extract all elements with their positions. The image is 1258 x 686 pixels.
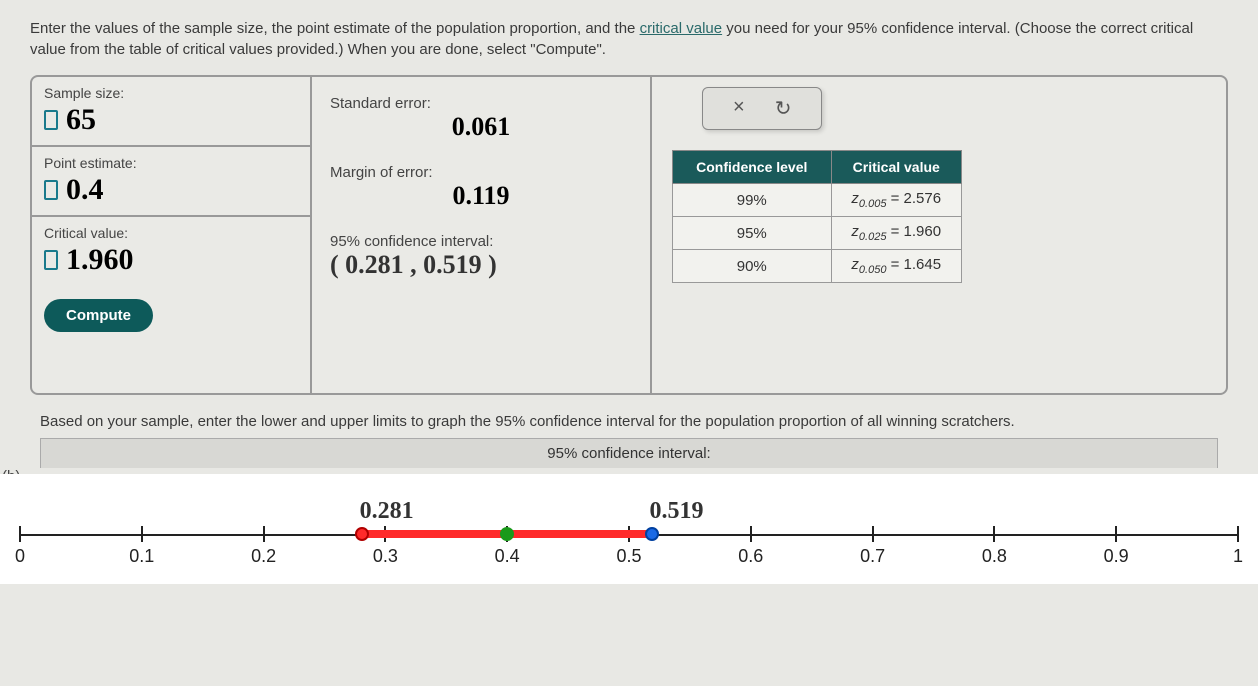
results-column: Standard error: 0.061 Margin of error: 0… bbox=[312, 77, 652, 393]
compute-panel: Sample size: 65 Point estimate: 0.4 Crit… bbox=[30, 75, 1228, 395]
table-header-critical: Critical value bbox=[831, 151, 961, 184]
crit-value-cell: z0.050 = 1.645 bbox=[831, 250, 961, 283]
table-row: 99% z0.005 = 2.576 bbox=[673, 184, 962, 217]
ci-label: 95% confidence interval: bbox=[330, 233, 632, 250]
ci-graph-title: 95% confidence interval: bbox=[40, 438, 1218, 468]
standard-error-value: 0.061 bbox=[330, 112, 632, 142]
axis-tick bbox=[872, 526, 874, 542]
crit-value-cell: z0.005 = 2.576 bbox=[831, 184, 961, 217]
reset-icon[interactable]: ↻ bbox=[775, 96, 792, 121]
sample-size-input[interactable]: 65 bbox=[66, 103, 96, 137]
standard-error-label: Standard error: bbox=[330, 95, 632, 112]
part-b-instructions: Based on your sample, enter the lower an… bbox=[40, 413, 1218, 430]
sample-size-label: Sample size: bbox=[44, 85, 298, 101]
axis-tick bbox=[993, 526, 995, 542]
point-estimate-label: Point estimate: bbox=[44, 155, 298, 171]
critical-value-label: Critical value: bbox=[44, 225, 298, 241]
axis-tick bbox=[750, 526, 752, 542]
critical-value-link[interactable]: critical value bbox=[640, 20, 723, 37]
margin-of-error-label: Margin of error: bbox=[330, 164, 632, 181]
point-estimate-input[interactable]: 0.4 bbox=[66, 173, 104, 207]
axis-tick-label: 0 bbox=[15, 546, 25, 567]
instructions-text: Enter the values of the sample size, the… bbox=[0, 0, 1258, 70]
ci-lower-handle[interactable] bbox=[355, 527, 369, 541]
axis-tick bbox=[263, 526, 265, 542]
axis-tick bbox=[1115, 526, 1117, 542]
axis-tick-label: 0.1 bbox=[129, 546, 154, 567]
conf-level-cell: 90% bbox=[673, 250, 832, 283]
table-row: 95% z0.025 = 1.960 bbox=[673, 217, 962, 250]
critical-value-table: Confidence level Critical value 99% z0.0… bbox=[672, 150, 962, 283]
ci-value: ( 0.281 , 0.519 ) bbox=[330, 250, 632, 280]
cursor-icon bbox=[44, 250, 58, 270]
axis-tick-label: 0.6 bbox=[738, 546, 763, 567]
margin-of-error-value: 0.119 bbox=[330, 181, 632, 211]
ci-upper-label: 0.519 bbox=[650, 498, 704, 525]
axis-tick bbox=[1237, 526, 1239, 542]
table-row: 90% z0.050 = 1.645 bbox=[673, 250, 962, 283]
inputs-column: Sample size: 65 Point estimate: 0.4 Crit… bbox=[32, 77, 312, 393]
close-icon[interactable]: × bbox=[733, 96, 745, 121]
axis-tick bbox=[141, 526, 143, 542]
crit-value-cell: z0.025 = 1.960 bbox=[831, 217, 961, 250]
axis-tick-label: 0.4 bbox=[495, 546, 520, 567]
axis-tick-label: 0.7 bbox=[860, 546, 885, 567]
critical-value-input[interactable]: 1.960 bbox=[66, 243, 134, 277]
ci-lower-label: 0.281 bbox=[360, 498, 414, 525]
axis-tick-label: 0.3 bbox=[373, 546, 398, 567]
conf-level-cell: 99% bbox=[673, 184, 832, 217]
conf-level-cell: 95% bbox=[673, 217, 832, 250]
ci-upper-handle[interactable] bbox=[645, 527, 659, 541]
ci-center-point bbox=[500, 527, 514, 541]
cursor-icon bbox=[44, 180, 58, 200]
cursor-icon bbox=[44, 110, 58, 130]
axis-tick-label: 0.9 bbox=[1104, 546, 1129, 567]
panel-toolbar: × ↻ bbox=[702, 87, 822, 130]
compute-button[interactable]: Compute bbox=[44, 299, 153, 332]
axis-tick-label: 1 bbox=[1233, 546, 1243, 567]
axis-tick-label: 0.8 bbox=[982, 546, 1007, 567]
reference-column: × ↻ Confidence level Critical value 99% … bbox=[652, 77, 1226, 393]
axis-tick-label: 0.2 bbox=[251, 546, 276, 567]
axis-tick bbox=[19, 526, 21, 542]
axis-tick-label: 0.5 bbox=[616, 546, 641, 567]
number-line-graph[interactable]: 0 0.1 0.2 0.3 0.4 0.5 0.6 0.7 0.8 0.9 1 0.281 0.519 bbox=[0, 474, 1258, 584]
table-header-confidence: Confidence level bbox=[673, 151, 832, 184]
